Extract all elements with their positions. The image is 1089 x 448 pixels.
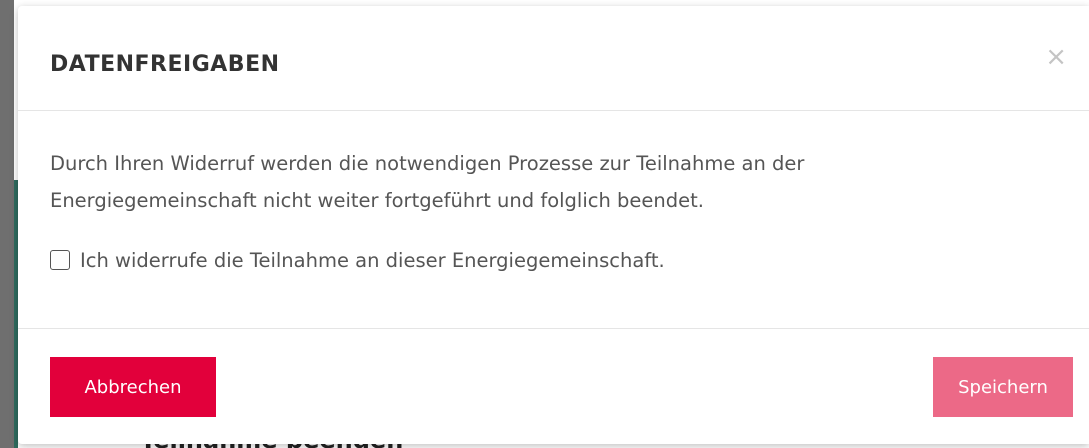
revoke-checkbox-label[interactable]: Ich widerrufe die Teilnahme an dieser En…	[80, 249, 665, 272]
dialog-title: DATENFREIGABEN	[50, 52, 280, 77]
revoke-checkbox-row[interactable]: Ich widerrufe die Teilnahme an dieser En…	[50, 247, 665, 273]
close-icon[interactable]: ×	[1045, 44, 1067, 70]
cancel-button[interactable]: Abbrechen	[50, 357, 216, 417]
dialog-header: DATENFREIGABEN ×	[18, 6, 1089, 111]
revocation-info-text: Durch Ihren Widerruf werden die notwendi…	[50, 152, 805, 212]
dialog-body: Durch Ihren Widerruf werden die notwendi…	[18, 111, 1089, 328]
dialog-footer: Abbrechen Speichern	[18, 328, 1089, 444]
page-backdrop: Teilnahme beenden DATENFREIGABEN × Durch…	[0, 0, 1089, 448]
save-button[interactable]: Speichern	[933, 357, 1073, 417]
revoke-checkbox[interactable]	[50, 250, 70, 270]
data-release-dialog: DATENFREIGABEN × Durch Ihren Widerruf we…	[18, 6, 1089, 444]
background-sidebar-edge	[0, 0, 14, 448]
